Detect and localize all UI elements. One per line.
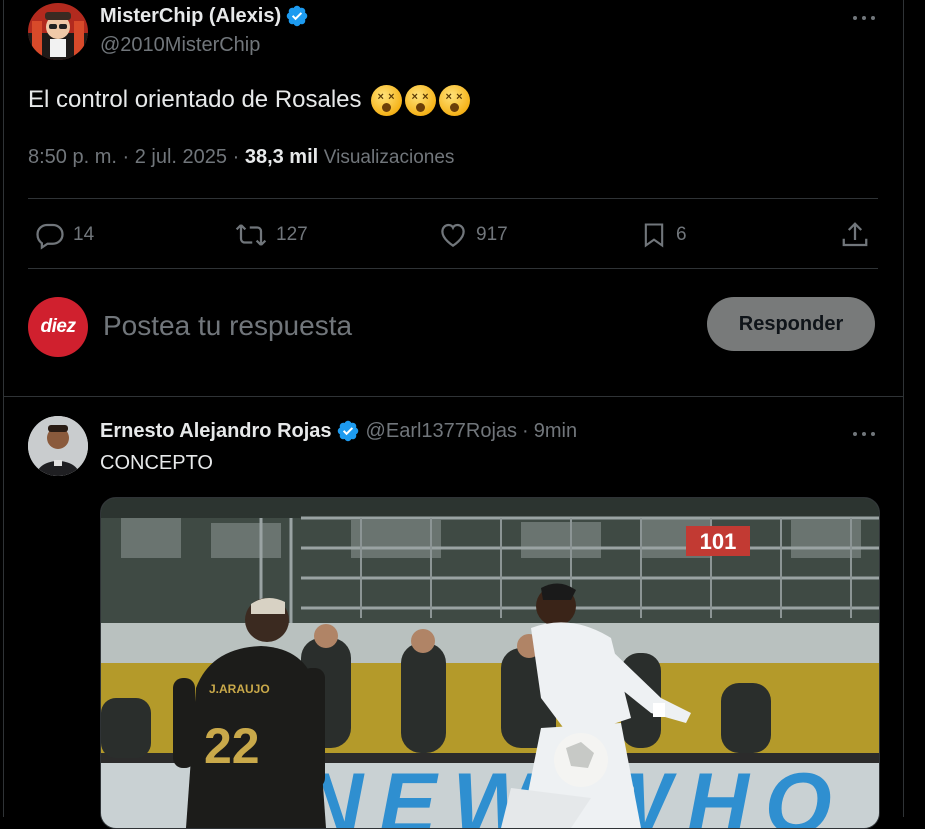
stand-board-number: 101: [700, 529, 737, 554]
tweet-meta: 8:50 p. m. · 2 jul. 2025 · 38,3 mil Visu…: [28, 146, 454, 169]
tweet-text: El control orientado de Rosales × × × × × ×: [28, 84, 470, 116]
repost-count: 127: [276, 224, 308, 245]
repost-action-button[interactable]: 127: [234, 220, 308, 250]
more-options-icon[interactable]: [852, 10, 876, 28]
reply-time-ago[interactable]: 9min: [534, 420, 577, 443]
reply-bubble-icon: [36, 223, 64, 250]
author-display-name[interactable]: MisterChip (Alexis): [100, 5, 281, 28]
reply-tweet-text: CONCEPTO: [100, 452, 213, 474]
avatar-ernesto[interactable]: [28, 416, 88, 476]
reply-action-button[interactable]: 14: [35, 220, 94, 250]
bookmark-action-button[interactable]: 6: [640, 220, 687, 250]
reply-submit-button[interactable]: Responder: [707, 297, 875, 351]
divider: [28, 268, 878, 269]
soccer-match-frame: 101 NEW WHO J.ARAUJO 22: [101, 498, 879, 828]
tweet-time[interactable]: 8:50 p. m.: [28, 146, 117, 168]
share-action-button[interactable]: [840, 220, 870, 250]
like-action-button[interactable]: 917: [438, 220, 508, 250]
views-count[interactable]: 38,3 mil: [245, 146, 318, 168]
dizzy-face-emoji-icon: × ×: [438, 84, 470, 116]
meta-separator: ·: [522, 419, 529, 442]
divider: [28, 198, 878, 199]
jersey-number: 22: [204, 718, 260, 774]
ernesto-avatar-image: [28, 416, 88, 476]
share-upload-icon: [842, 222, 868, 247]
tweet-text-body: El control orientado de Rosales: [28, 86, 362, 113]
repost-icon: [235, 224, 267, 246]
meta-separator: ·: [232, 146, 240, 168]
reply-author-display-name[interactable]: Ernesto Alejandro Rojas: [100, 420, 332, 443]
bookmark-count: 6: [676, 224, 687, 245]
like-count: 917: [476, 224, 508, 245]
verified-badge-icon: [286, 5, 308, 27]
reply-count: 14: [73, 224, 95, 245]
avatar-misterchip[interactable]: [28, 3, 88, 60]
divider: [3, 396, 903, 397]
tweet-media-video[interactable]: 101 NEW WHO J.ARAUJO 22: [100, 497, 880, 829]
dizzy-face-emoji-icon: × ×: [370, 84, 402, 116]
tweet-date[interactable]: 2 jul. 2025: [135, 146, 227, 168]
dizzy-face-emoji-icon: × ×: [404, 84, 436, 116]
reply-author-handle[interactable]: @Earl1377Rojas: [366, 420, 518, 443]
diez-logo-text: diez: [40, 316, 76, 337]
reply-input[interactable]: Postea tu respuesta: [103, 308, 663, 344]
meta-separator: ·: [122, 146, 130, 168]
misterchip-avatar-image: [28, 3, 88, 60]
heart-icon: [441, 223, 465, 247]
author-handle[interactable]: @2010MisterChip: [100, 34, 260, 57]
bookmark-icon: [644, 223, 664, 248]
views-label[interactable]: Visualizaciones: [324, 147, 455, 168]
avatar-diez[interactable]: diez: [28, 297, 88, 357]
verified-badge-icon: [337, 420, 358, 442]
more-options-icon[interactable]: [852, 426, 876, 444]
jersey-name: J.ARAUJO: [209, 682, 270, 696]
